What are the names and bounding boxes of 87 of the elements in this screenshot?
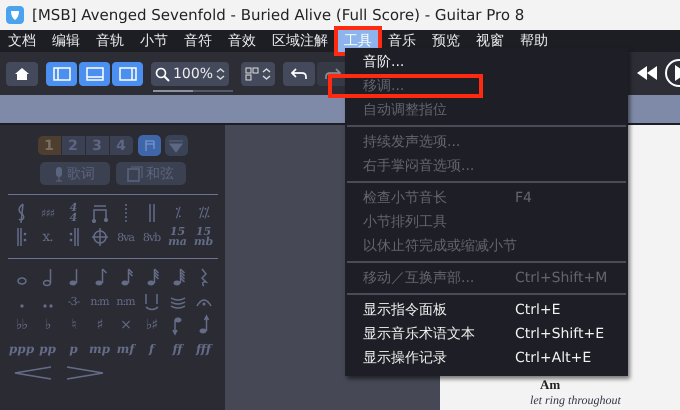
palette-symbol[interactable]: ♭ <box>44 317 50 333</box>
menu-option-label: 右手掌闷音选项... <box>363 157 476 175</box>
decrescendo-icon[interactable] <box>64 365 104 381</box>
palette-symbol[interactable]: n:m <box>90 294 109 308</box>
menu-option[interactable]: 显示音乐术语文本 Ctrl+Shift+E <box>345 322 628 346</box>
dynamic-marking[interactable]: fff <box>196 342 212 356</box>
undo-icon <box>291 68 307 80</box>
rewind-icon[interactable] <box>636 65 658 81</box>
bottom-panel-icon <box>86 67 104 81</box>
menu-option-label: 移调... <box>363 77 406 95</box>
shortcut-label: Ctrl+Shift+M <box>515 270 608 286</box>
menu-item[interactable]: 小节 <box>134 30 174 52</box>
palette-symbol[interactable]: ♭♭ <box>16 317 28 333</box>
dynamic-marking[interactable]: p <box>69 342 78 356</box>
menu-option-label: 小节排列工具 <box>363 213 448 231</box>
dynamic-marking[interactable]: mp <box>88 342 110 356</box>
bottom-panel-button[interactable] <box>79 62 110 86</box>
page-layout-dropdown[interactable] <box>241 62 275 86</box>
menu-option-label: 自动调整指位 <box>363 101 448 119</box>
dynamic-marking[interactable]: ppp <box>8 342 34 356</box>
menu-item[interactable]: 预览 <box>426 30 466 52</box>
menu-item[interactable]: 区域注解 <box>266 30 334 52</box>
menu-option[interactable]: 音阶... <box>345 50 628 74</box>
chord-diagram-icon <box>127 166 143 182</box>
grid-icon <box>245 67 259 81</box>
dynamic-marking[interactable]: ff <box>172 342 182 356</box>
window-title: [MSB] Avenged Sevenfold - Buried Alive (Full Score) - Guitar Pro 8 <box>32 6 524 24</box>
coda-icon[interactable] <box>90 226 110 248</box>
palette-symbol[interactable]: × <box>120 317 131 333</box>
menu-item[interactable]: 音效 <box>222 30 262 52</box>
score-direction: let ring throughout <box>530 393 622 408</box>
palette-symbol[interactable]: n:m <box>116 294 135 308</box>
palette-symbol[interactable]: 15 ma <box>168 227 187 247</box>
menu-option[interactable]: 显示指令面板 Ctrl+E <box>345 298 628 322</box>
right-panel-button[interactable] <box>112 62 143 86</box>
up-down-icon <box>262 67 271 81</box>
palette-symbol[interactable]: ♯ <box>96 317 102 333</box>
menu-option-label: 显示音乐术语文本 <box>363 325 476 343</box>
menu-item[interactable]: 帮助 <box>514 30 554 52</box>
menu-item[interactable]: 视窗 <box>470 30 510 52</box>
menu-option-label: 检查小节音长 <box>363 189 448 207</box>
dynamic-marking[interactable]: mf <box>116 342 134 356</box>
shortcut-label: Ctrl+Shift+E <box>515 326 604 342</box>
left-panel-icon <box>52 67 70 81</box>
menu-item[interactable]: 音轨 <box>90 30 130 52</box>
home-button[interactable] <box>6 62 38 86</box>
menu-item[interactable]: 音乐 <box>382 30 422 52</box>
menu-item[interactable]: 音符 <box>178 30 218 52</box>
crescendo-icon[interactable] <box>12 365 52 381</box>
palette-symbol[interactable]: ⁒ <box>174 205 180 221</box>
redo-icon <box>325 68 341 80</box>
palette-symbol[interactable]: 8va <box>117 230 134 244</box>
left-panel-button[interactable] <box>46 62 77 86</box>
undo-button[interactable] <box>283 62 315 86</box>
shortcut-label: Ctrl+E <box>515 302 560 318</box>
app-icon <box>6 6 24 24</box>
palette-symbol[interactable]: ♯♯♯ <box>41 206 54 220</box>
palette-symbol[interactable]: x. <box>42 229 53 245</box>
search-icon <box>155 66 170 82</box>
menu-item[interactable]: 文档 <box>2 30 42 52</box>
menu-item[interactable]: 编辑 <box>46 30 86 52</box>
microphone-icon <box>54 166 64 182</box>
beam-icon[interactable] <box>138 135 160 156</box>
chord-name: Am <box>540 377 562 393</box>
dynamic-marking[interactable]: pp <box>39 342 56 356</box>
up-down-icon <box>216 67 226 81</box>
menu-option[interactable]: 显示操作记录 Ctrl+Alt+E <box>345 346 628 370</box>
palette-symbol[interactable]: 4 4 <box>70 203 78 223</box>
menu-option-label: 显示指令面板 <box>363 301 448 319</box>
menu-option-label: 持续发声选项... <box>363 133 462 151</box>
zoom-dropdown[interactable]: 100% <box>151 62 230 86</box>
shortcut-label: F4 <box>515 190 532 206</box>
palette-symbol[interactable]: ⁒⁒ <box>198 205 209 221</box>
home-icon <box>14 67 30 81</box>
collapse-icon[interactable] <box>164 135 188 156</box>
menu-option-label: 以休止符完成或缩减小节 <box>363 237 515 255</box>
dynamic-marking[interactable]: f <box>148 342 154 356</box>
menu-option-label: 显示操作记录 <box>363 349 448 367</box>
palette-symbol[interactable]: 8vb <box>142 230 160 244</box>
menu-option-label: 移动／互换声部... <box>363 269 476 287</box>
palette-symbol[interactable]: ♮ <box>71 317 76 333</box>
menu-option-label: 音阶... <box>363 53 406 71</box>
right-panel-icon <box>118 67 136 81</box>
shortcut-label: Ctrl+Alt+E <box>515 350 592 366</box>
palette-symbol[interactable]: 15 mb <box>194 227 214 247</box>
palette-symbol[interactable]: -3- <box>68 294 80 308</box>
palette-symbol[interactable]: ♭♯ <box>146 317 158 333</box>
